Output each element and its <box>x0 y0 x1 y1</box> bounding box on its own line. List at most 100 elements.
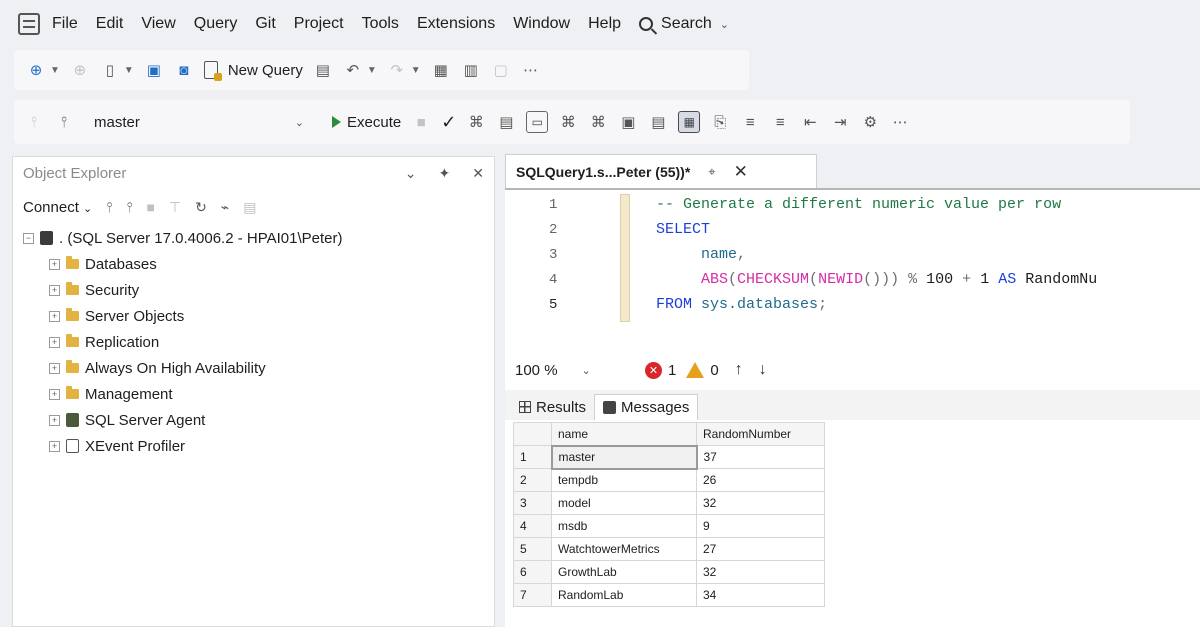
connect-dropdown[interactable]: Connect ⌄ <box>23 199 92 216</box>
more-options-icon[interactable]: ⋯ <box>890 112 910 132</box>
query-icon[interactable]: ▤ <box>313 60 333 80</box>
cell-name[interactable]: master <box>550 444 698 470</box>
execute-button[interactable]: Execute <box>332 114 401 131</box>
menu-project[interactable]: Project <box>294 15 344 33</box>
new-file-icon[interactable]: ▯ <box>100 60 120 80</box>
cell-name[interactable]: tempdb <box>551 468 697 492</box>
tab-results[interactable]: Results <box>511 394 594 420</box>
cell-value[interactable]: 27 <box>696 537 825 561</box>
cell-value[interactable]: 26 <box>696 468 825 492</box>
expand-icon[interactable]: + <box>49 336 60 348</box>
activity-icon[interactable]: ⌁ <box>221 199 229 216</box>
expand-icon[interactable]: + <box>49 258 60 270</box>
forward-icon[interactable]: ⊕ <box>70 60 90 80</box>
close-icon[interactable]: ✕ <box>734 162 748 182</box>
client-stats-icon[interactable]: ▣ <box>618 112 638 132</box>
pin-icon[interactable]: ✦ <box>439 165 451 182</box>
column-header-randomnumber[interactable]: RandomNumber <box>696 422 825 446</box>
pin-icon[interactable]: ⌖ <box>708 164 715 180</box>
expand-icon[interactable]: + <box>49 362 60 374</box>
cell-value[interactable]: 37 <box>696 445 825 469</box>
filter-icon[interactable]: ⊤ <box>169 199 181 216</box>
tree-item-sql-server-agent[interactable]: + SQL Server Agent <box>23 407 494 433</box>
table-row[interactable]: 6 GrowthLab 32 <box>513 560 825 584</box>
toolbox-icon[interactable]: ▢ <box>491 60 511 80</box>
specify-values-icon[interactable]: ⎘ <box>710 112 730 132</box>
dropdown-icon[interactable]: ⌄ <box>405 165 417 182</box>
stop-icon[interactable]: ■ <box>411 112 431 132</box>
tree-item-security[interactable]: + Security <box>23 277 494 303</box>
tab-query[interactable]: SQLQuery1.s...Peter (55))* ⌖ ✕ <box>505 154 817 188</box>
include-plan-icon[interactable]: ⌘ <box>558 112 578 132</box>
tree-item-always-on[interactable]: + Always On High Availability <box>23 355 494 381</box>
connect-icon[interactable]: ⫯ <box>106 199 112 216</box>
search-menu[interactable]: Search ⌄ <box>639 15 729 33</box>
more-options-icon[interactable]: ⋯ <box>521 60 541 80</box>
table-row[interactable]: 2 tempdb 26 <box>513 468 825 492</box>
tree-item-databases[interactable]: + Databases <box>23 251 494 277</box>
expand-icon[interactable]: + <box>49 310 60 322</box>
column-header-name[interactable]: name <box>551 422 697 446</box>
arrow-up-icon[interactable]: ↑ <box>735 361 743 379</box>
expand-icon[interactable]: + <box>49 284 60 296</box>
error-icon[interactable]: ✕ <box>645 361 662 379</box>
cell-name[interactable]: RandomLab <box>551 583 697 607</box>
uncomment-icon[interactable]: ≡ <box>770 112 790 132</box>
query-designer-icon[interactable]: ▤ <box>496 112 516 132</box>
summary-icon[interactable]: ▤ <box>243 199 256 216</box>
new-query-button[interactable]: New Query <box>203 61 303 81</box>
tree-item-server-objects[interactable]: + Server Objects <box>23 303 494 329</box>
live-stats-icon[interactable]: ⌘ <box>588 112 608 132</box>
decrease-indent-icon[interactable]: ⇤ <box>800 112 820 132</box>
expand-icon[interactable]: + <box>49 388 60 400</box>
cell-value[interactable]: 32 <box>696 491 825 515</box>
tree-item-management[interactable]: + Management <box>23 381 494 407</box>
undo-icon[interactable]: ↶ <box>343 60 363 80</box>
expand-icon[interactable]: + <box>49 440 60 452</box>
cell-value[interactable]: 34 <box>696 583 825 607</box>
cell-value[interactable]: 32 <box>696 560 825 584</box>
arrow-down-icon[interactable]: ↓ <box>759 361 767 379</box>
menu-extensions[interactable]: Extensions <box>417 15 495 33</box>
query-editor[interactable]: 1 -- Generate a different numeric value … <box>505 188 1200 350</box>
menu-query[interactable]: Query <box>194 15 238 33</box>
parse-check-icon[interactable]: ✓ <box>441 112 456 133</box>
increase-indent-icon[interactable]: ⇥ <box>830 112 850 132</box>
menu-window[interactable]: Window <box>513 15 570 33</box>
redo-dropdown-icon[interactable]: ▼ <box>411 65 421 76</box>
cell-value[interactable]: 9 <box>696 514 825 538</box>
cell-name[interactable]: GrowthLab <box>551 560 697 584</box>
zoom-select[interactable]: 100 % ⌄ <box>515 362 645 379</box>
redo-icon[interactable]: ↷ <box>387 60 407 80</box>
table-row[interactable]: 3 model 32 <box>513 491 825 515</box>
properties-icon[interactable]: ▦ <box>431 60 451 80</box>
cell-name[interactable]: WatchtowerMetrics <box>551 537 697 561</box>
save-icon[interactable]: ▣ <box>144 60 164 80</box>
refresh-icon[interactable]: ↻ <box>195 199 207 216</box>
table-row[interactable]: 7 RandomLab 34 <box>513 583 825 607</box>
tree-item-xevent-profiler[interactable]: + XEvent Profiler <box>23 433 494 459</box>
cell-name[interactable]: model <box>551 491 697 515</box>
table-row[interactable]: 5 WatchtowerMetrics 27 <box>513 537 825 561</box>
intellisense-icon[interactable]: ⚙ <box>860 112 880 132</box>
collapse-icon[interactable]: − <box>23 232 34 244</box>
table-row[interactable]: 4 msdb 9 <box>513 514 825 538</box>
menu-help[interactable]: Help <box>588 15 621 33</box>
find-icon[interactable]: ▥ <box>461 60 481 80</box>
back-dropdown-icon[interactable]: ▼ <box>50 65 60 76</box>
table-row[interactable]: 1 master 37 <box>513 444 825 470</box>
menu-tools[interactable]: Tools <box>362 15 399 33</box>
menu-edit[interactable]: Edit <box>96 15 124 33</box>
cell-name[interactable]: msdb <box>551 514 697 538</box>
menu-file[interactable]: File <box>52 15 78 33</box>
close-icon[interactable]: ✕ <box>472 165 484 182</box>
undo-dropdown-icon[interactable]: ▼ <box>367 65 377 76</box>
tree-item-server[interactable]: − . (SQL Server 17.0.4006.2 - HPAI01\Pet… <box>23 225 494 251</box>
change-connection-icon[interactable]: ⫯ <box>54 112 74 132</box>
stop-icon[interactable]: ■ <box>146 199 154 215</box>
tab-messages[interactable]: Messages <box>594 394 699 420</box>
new-file-dropdown-icon[interactable]: ▼ <box>124 65 134 76</box>
tree-item-replication[interactable]: + Replication <box>23 329 494 355</box>
expand-icon[interactable]: + <box>49 414 60 426</box>
menu-git[interactable]: Git <box>255 15 275 33</box>
